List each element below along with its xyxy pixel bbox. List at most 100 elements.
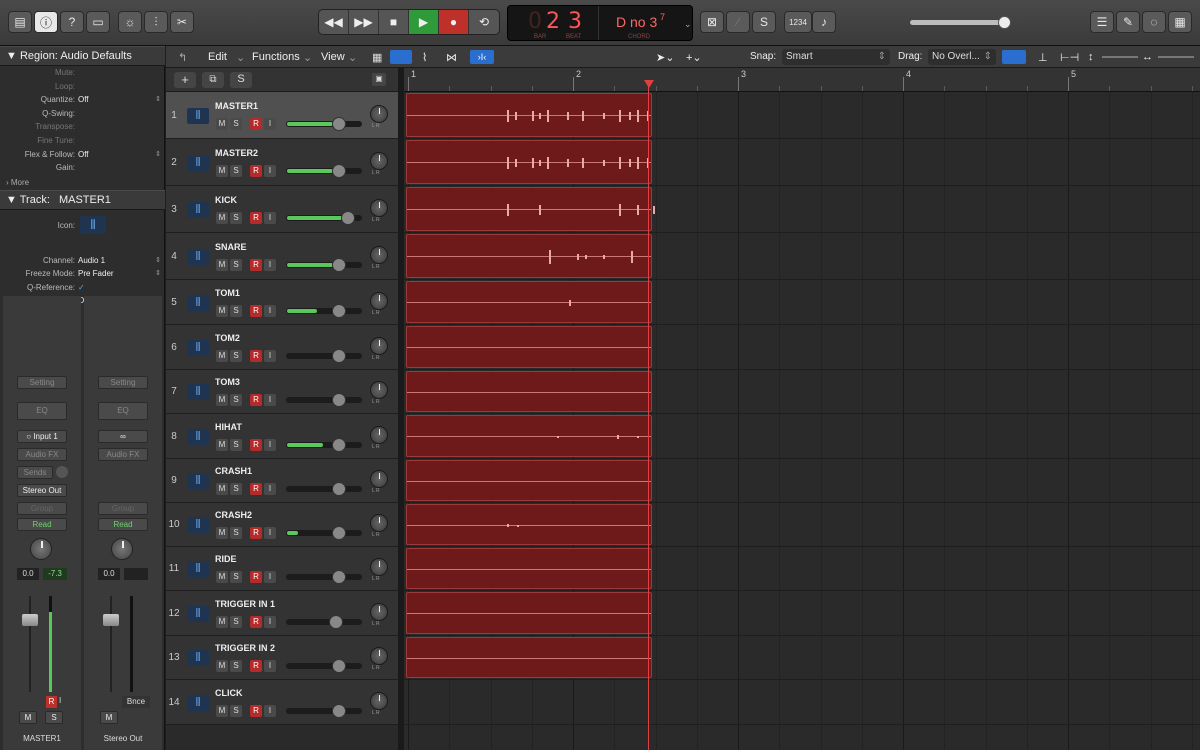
record-enable-button[interactable]: R <box>250 438 262 451</box>
track-param-row[interactable]: Q-Reference: ✓ <box>0 283 165 296</box>
editors-button[interactable]: ✂ <box>170 11 194 33</box>
volume-slider-knob[interactable] <box>332 570 347 584</box>
volume-slider[interactable] <box>286 348 362 363</box>
track-header[interactable]: 2 ⫼ MASTER2 M S R I L R <box>166 139 398 186</box>
output-button[interactable]: Stereo Out <box>17 484 67 497</box>
pan-knob[interactable] <box>370 245 388 264</box>
audio-region[interactable] <box>406 592 652 634</box>
view-menu[interactable]: View <box>321 51 345 63</box>
send-knob[interactable] <box>56 466 68 478</box>
global-solo-button[interactable]: S <box>230 72 252 88</box>
volume-slider-knob[interactable] <box>332 437 347 452</box>
rewind-button[interactable]: ◀◀ <box>319 10 349 34</box>
metronome-button[interactable]: ♪ <box>812 11 836 33</box>
volume-slider-knob[interactable] <box>341 210 356 225</box>
vertical-zoom-icon[interactable]: ⊥ <box>1038 51 1048 64</box>
volume-slider[interactable] <box>286 437 362 452</box>
lcd-menu-icon[interactable]: ⌄ <box>684 19 692 30</box>
track-header[interactable]: 4 ⫼ SNARE M S R I L R <box>166 233 398 280</box>
stop-button[interactable]: ■ <box>379 10 409 34</box>
record-enable-button[interactable]: R <box>250 704 262 717</box>
volume-slider[interactable] <box>286 659 362 673</box>
track-name[interactable]: HIHAT <box>215 422 242 432</box>
waveform-icon[interactable]: ⫼ <box>187 650 209 666</box>
input-monitor-button[interactable]: I <box>264 211 276 224</box>
master-volume-slider[interactable] <box>910 16 1011 29</box>
input-button[interactable]: ○ Input 1 <box>17 430 67 443</box>
vertical-zoom-slider-icon[interactable]: ↕ <box>1088 51 1094 63</box>
track-name[interactable]: TRIGGER IN 2 <box>215 643 275 653</box>
record-enable-button[interactable]: R <box>250 483 262 495</box>
track-lane[interactable] <box>404 636 1200 680</box>
more-disclosure[interactable]: › More <box>6 178 29 187</box>
track-lane[interactable] <box>404 325 1200 370</box>
pan-knob[interactable] <box>30 538 52 560</box>
tuner-button[interactable]: ∕ <box>726 11 750 33</box>
audio-region[interactable] <box>406 371 652 412</box>
record-enable-button[interactable]: R <box>250 571 262 583</box>
audio-region[interactable] <box>406 93 652 137</box>
volume-slider[interactable] <box>286 163 362 178</box>
eq-button[interactable]: EQ <box>17 402 67 420</box>
volume-slider-knob[interactable] <box>329 614 344 629</box>
solo-button[interactable]: S <box>230 571 242 583</box>
pan-knob[interactable] <box>370 602 388 621</box>
horizontal-zoom-slider[interactable] <box>1158 56 1194 58</box>
track-name[interactable]: MASTER1 <box>215 101 258 111</box>
track-lane[interactable] <box>404 370 1200 414</box>
track-header[interactable]: 8 ⫼ HIHAT M S R I L R <box>166 414 398 459</box>
arrange-area[interactable] <box>404 92 1200 750</box>
audio-region[interactable] <box>406 460 652 501</box>
solo-button[interactable]: S <box>230 394 242 406</box>
track-param-value[interactable]: Pre Fader <box>78 269 114 278</box>
region-param-row[interactable]: Q-Swing: <box>0 109 165 122</box>
track-header[interactable]: 10 ⫼ CRASH2 M S R I L R <box>166 503 398 547</box>
record-enable-button[interactable]: R <box>250 394 262 406</box>
record-enable-button[interactable]: R <box>250 258 262 271</box>
mute-button[interactable]: M <box>216 211 228 224</box>
mute-button[interactable]: M <box>216 258 228 271</box>
back-icon[interactable]: ↰ <box>178 51 187 64</box>
mute-button[interactable]: M <box>216 660 228 672</box>
library-button[interactable]: ▤ <box>8 11 32 33</box>
region-param-value[interactable]: Off <box>78 95 89 104</box>
track-header[interactable]: 6 ⫼ TOM2 M S R I L R <box>166 325 398 370</box>
track-name[interactable]: MASTER2 <box>215 148 258 158</box>
record-enable-button[interactable]: R <box>250 527 262 539</box>
volume-slider[interactable] <box>286 482 362 496</box>
mute-button[interactable]: M <box>216 304 228 317</box>
solo-button[interactable]: S <box>230 349 242 362</box>
input-monitor-button[interactable]: I <box>264 483 276 495</box>
solo-button[interactable]: S <box>752 11 776 33</box>
volume-slider[interactable] <box>286 393 362 407</box>
pan-knob[interactable] <box>111 538 133 560</box>
horizontal-fit-icon[interactable]: ⊢⊣ <box>1060 51 1079 64</box>
track-inspector-header[interactable]: ▼ Track: MASTER1 <box>0 190 165 210</box>
group-button[interactable]: Group <box>98 502 148 515</box>
playhead[interactable] <box>648 80 649 750</box>
track-lane[interactable] <box>404 680 1200 725</box>
audio-region[interactable] <box>406 326 652 368</box>
mute-button[interactable]: M <box>216 164 228 177</box>
input-monitor-button[interactable]: I <box>264 438 276 451</box>
volume-slider[interactable] <box>286 116 362 131</box>
mute-button[interactable]: M <box>216 394 228 406</box>
waveform-icon[interactable]: ⫼ <box>187 201 209 218</box>
track-lane[interactable] <box>404 414 1200 459</box>
smart-controls-button[interactable]: ☼ <box>118 11 142 33</box>
record-enable-button[interactable]: R <box>250 615 262 628</box>
audio-fx-button[interactable]: Audio FX <box>98 448 148 461</box>
solo-button[interactable]: S <box>230 527 242 539</box>
solo-button[interactable]: S <box>230 258 242 271</box>
pan-knob[interactable] <box>370 558 388 576</box>
play-button[interactable]: ▶ <box>409 10 439 34</box>
cycle-button[interactable]: ⟲ <box>469 10 499 34</box>
snap-select[interactable]: Smart ⇕ <box>782 49 890 65</box>
pencil-tool-icon[interactable]: +⌄ <box>686 51 702 64</box>
record-enable-button[interactable]: R <box>46 696 57 708</box>
track-lane[interactable] <box>404 503 1200 547</box>
record-enable-button[interactable]: R <box>250 164 262 177</box>
volume-slider[interactable] <box>286 570 362 584</box>
pan-knob[interactable] <box>370 198 388 217</box>
track-lane[interactable] <box>404 186 1200 233</box>
